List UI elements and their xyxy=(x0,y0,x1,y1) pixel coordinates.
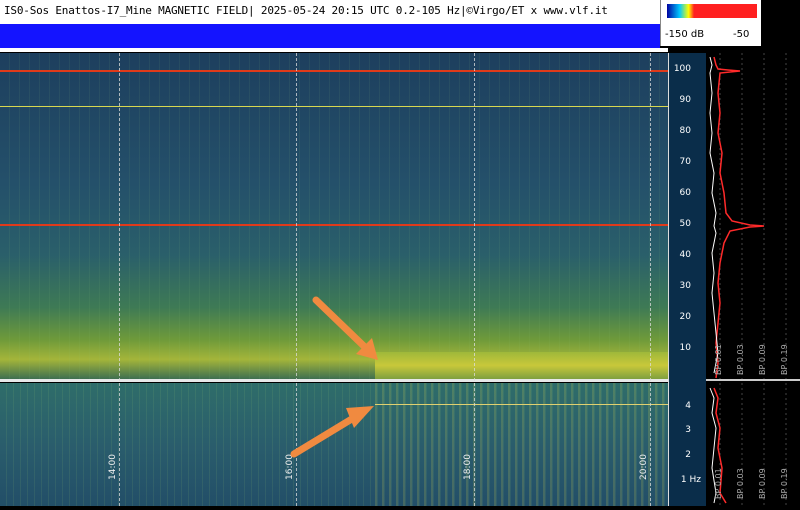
time-gridline xyxy=(650,53,651,506)
freq-label: 4 xyxy=(685,401,691,411)
panel-divider xyxy=(0,379,668,382)
freq-label: 90 xyxy=(679,95,691,105)
profile-label: BP 0.01 xyxy=(714,344,723,375)
line-88hz xyxy=(0,106,668,107)
profile-label: BP 0.09 xyxy=(758,468,767,499)
freq-label: 50 xyxy=(679,219,691,229)
freq-label: 80 xyxy=(679,126,691,136)
time-label: 14:00 xyxy=(108,454,118,480)
frequency-axis: 100 90 80 70 60 50 40 30 20 10 4 3 2 1 H… xyxy=(668,53,707,506)
line-lower-marker xyxy=(375,404,668,405)
time-label: 20:00 xyxy=(639,454,649,480)
arrow-upper xyxy=(312,296,378,360)
spectrogram-bright-band xyxy=(375,352,668,379)
freq-label: 1 Hz xyxy=(680,475,701,485)
spectrum-profile-panel: BP 0.01 BP 0.03 BP 0.09 BP 0.19 BP 0.01 … xyxy=(706,53,800,506)
freq-label: 30 xyxy=(679,281,691,291)
legend-high-label: -50 xyxy=(733,29,750,40)
freq-label: 60 xyxy=(679,188,691,198)
color-legend: -150 dB -50 xyxy=(660,0,761,46)
arrow-lower xyxy=(290,406,374,458)
profile-label: BP 0.19 xyxy=(780,468,789,499)
line-100hz xyxy=(0,70,668,72)
freq-label: 2 xyxy=(685,450,691,460)
freq-label: 10 xyxy=(679,343,691,353)
legend-low-label: -150 dB xyxy=(665,29,705,40)
freq-label: 70 xyxy=(679,157,691,167)
header-divider xyxy=(0,48,668,52)
profile-label: BP 0.09 xyxy=(758,344,767,375)
freq-label: 40 xyxy=(679,250,691,260)
header-band xyxy=(0,24,660,48)
time-label: 18:00 xyxy=(463,454,473,480)
time-gridline xyxy=(119,53,120,506)
color-scale-bar xyxy=(667,4,757,18)
profile-label: BP 0.03 xyxy=(736,344,745,375)
freq-label: 3 xyxy=(685,425,691,435)
profile-label: BP 0.03 xyxy=(736,468,745,499)
freq-label: 100 xyxy=(673,64,691,74)
spectrum-profile-plot xyxy=(706,53,800,506)
spectrogram-lower-bright xyxy=(375,383,668,506)
line-50hz xyxy=(0,224,668,226)
profile-label: BP 0.19 xyxy=(780,344,789,375)
title-bar: IS0-Sos Enattos-I7_Mine MAGNETIC FIELD| … xyxy=(0,0,660,24)
freq-label: 20 xyxy=(679,312,691,322)
time-gridline xyxy=(474,53,475,506)
page-title: IS0-Sos Enattos-I7_Mine MAGNETIC FIELD| … xyxy=(4,4,608,17)
profile-label: BP 0.01 xyxy=(714,468,723,499)
